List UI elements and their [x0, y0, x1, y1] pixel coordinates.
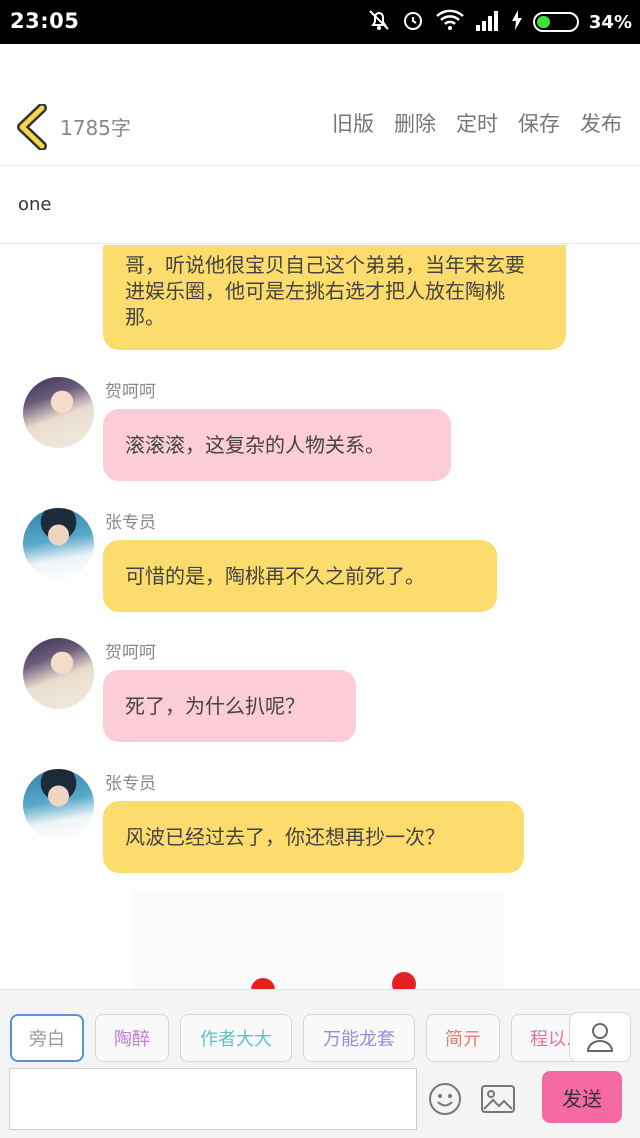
role-chip-narrator[interactable]: 旁白 [10, 1014, 84, 1062]
message-bubble[interactable]: 死了，为什么扒呢？ [103, 670, 356, 742]
word-count: 1785字 [60, 116, 131, 140]
message-input[interactable] [9, 1068, 417, 1130]
role-label: 程以. [530, 1029, 572, 1050]
image-icon [481, 1085, 515, 1113]
status-icons: 34% [367, 7, 632, 37]
message-bubble[interactable]: 可惜的是，陶桃再不久之前死了。 [103, 540, 497, 612]
role-label: 作者大大 [200, 1029, 272, 1050]
message-text: 滚滚滚，这复杂的人物关系。 [125, 433, 385, 457]
message-bubble[interactable]: 哥，听说他很宝贝自己这个弟弟，当年宋玄要进娱乐圈，他可是左挑右选才把人放在陶桃那… [103, 245, 566, 350]
role-chip[interactable]: 简亓 [426, 1014, 500, 1062]
avatar[interactable] [23, 638, 94, 709]
role-label: 旁白 [29, 1029, 65, 1050]
role-selector: 旁白 陶醉 作者大大 万能龙套 简亓 程以. [0, 1014, 640, 1064]
alarm-icon [401, 8, 425, 36]
message-text: 可惜的是，陶桃再不久之前死了。 [125, 564, 425, 588]
publish-button[interactable]: 发布 [580, 108, 622, 138]
sticker-dot [392, 972, 416, 989]
emoji-button[interactable] [426, 1080, 464, 1118]
battery-percent: 34% [588, 11, 632, 33]
back-button[interactable] [14, 103, 52, 151]
image-button[interactable] [479, 1080, 517, 1118]
signal-icon [475, 9, 501, 35]
message-bubble[interactable]: 滚滚滚，这复杂的人物关系。 [103, 409, 451, 481]
sticker-dot [251, 978, 275, 989]
composer: 旁白 陶醉 作者大大 万能龙套 简亓 程以. 发送 [0, 989, 640, 1138]
avatar[interactable] [23, 769, 94, 840]
message-bubble[interactable]: 风波已经过去了，你还想再抄一次？ [103, 801, 524, 873]
message-text: 风波已经过去了，你还想再抄一次？ [125, 825, 445, 849]
avatar[interactable] [23, 508, 94, 579]
document-title: one [18, 194, 52, 215]
status-time: 23:05 [10, 9, 80, 33]
chat-area[interactable]: 哥，听说他很宝贝自己这个弟弟，当年宋玄要进娱乐圈，他可是左挑右选才把人放在陶桃那… [0, 245, 640, 989]
send-button[interactable]: 发送 [542, 1071, 622, 1123]
schedule-button[interactable]: 定时 [456, 108, 498, 138]
role-chip[interactable]: 陶醉 [95, 1014, 169, 1062]
editor-header: 1785字 旧版 删除 定时 保存 发布 [0, 44, 640, 166]
role-label: 万能龙套 [323, 1029, 395, 1050]
charging-icon [511, 10, 523, 34]
message-text: 死了，为什么扒呢？ [125, 694, 305, 718]
battery-level [536, 16, 550, 28]
delete-button[interactable]: 删除 [394, 108, 436, 138]
role-chip[interactable]: 万能龙套 [303, 1014, 415, 1062]
avatar[interactable] [23, 377, 94, 448]
message-text: 哥，听说他很宝贝自己这个弟弟，当年宋玄要进娱乐圈，他可是左挑右选才把人放在陶桃那… [125, 253, 525, 329]
header-actions: 旧版 删除 定时 保存 发布 [332, 108, 622, 138]
status-bar: 23:05 34% [0, 0, 640, 44]
sticker-image[interactable] [133, 890, 505, 989]
sender-name: 贺呵呵 [105, 382, 156, 402]
wifi-icon [435, 8, 465, 36]
role-chip[interactable]: 作者大大 [180, 1014, 292, 1062]
old-version-button[interactable]: 旧版 [332, 108, 374, 138]
sender-name: 张专员 [105, 774, 156, 794]
role-label: 陶醉 [114, 1029, 150, 1050]
battery-icon [532, 12, 579, 32]
add-role-button[interactable] [569, 1012, 631, 1062]
bell-muted-icon [367, 8, 391, 36]
role-label: 简亓 [445, 1029, 481, 1050]
smiley-icon [429, 1083, 461, 1115]
document-title-bar[interactable]: one [0, 166, 640, 244]
sender-name: 张专员 [105, 513, 156, 533]
person-icon [586, 1023, 614, 1052]
save-button[interactable]: 保存 [518, 108, 560, 138]
sender-name: 贺呵呵 [105, 643, 156, 663]
chevron-left-icon [17, 103, 47, 151]
